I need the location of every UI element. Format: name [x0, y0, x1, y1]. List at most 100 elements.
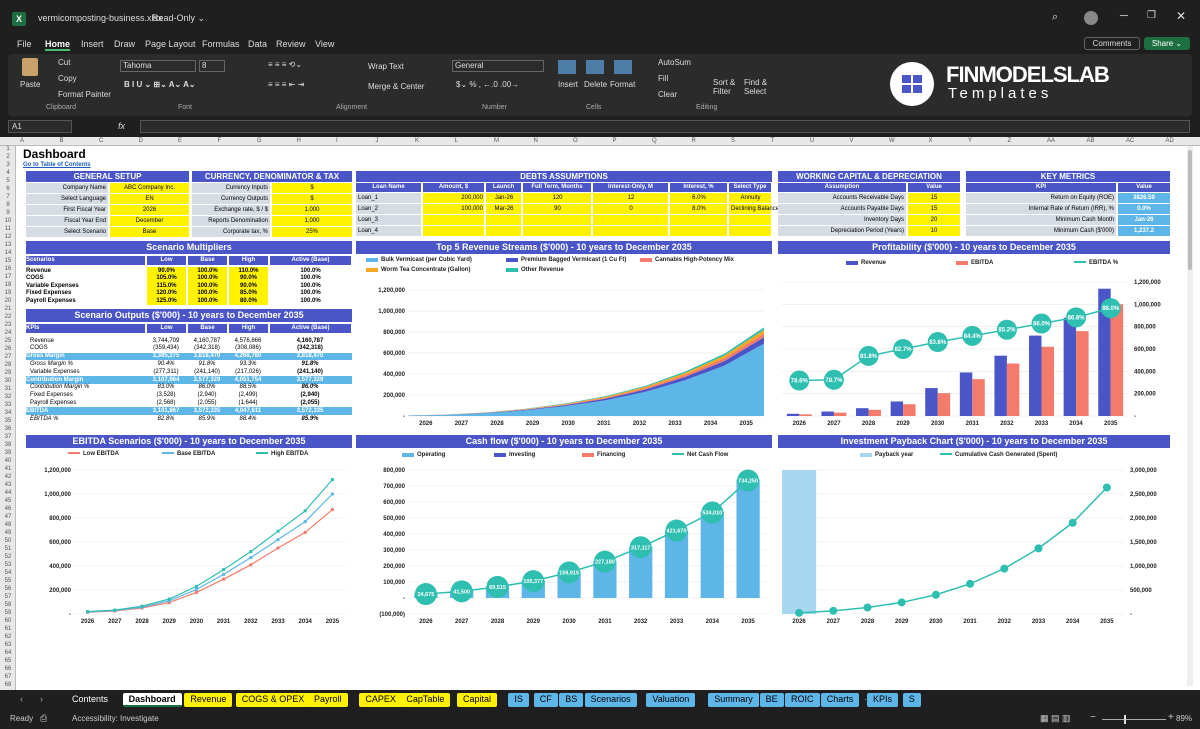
row-8[interactable]: 8	[0, 202, 16, 208]
row-28[interactable]: 28	[0, 362, 16, 368]
row-55[interactable]: 55	[0, 578, 16, 584]
zoom-level[interactable]: 89%	[1176, 714, 1192, 723]
row-14[interactable]: 14	[0, 250, 16, 256]
comments-button[interactable]: Comments	[1084, 37, 1140, 50]
row-26[interactable]: 26	[0, 346, 16, 352]
sheet-tab-bs[interactable]: BS	[559, 693, 584, 707]
row-10[interactable]: 10	[0, 218, 16, 224]
row-5[interactable]: 5	[0, 178, 16, 184]
row-1[interactable]: 1	[0, 146, 16, 152]
col-I[interactable]: I	[336, 138, 338, 144]
row-46[interactable]: 46	[0, 506, 16, 512]
row-39[interactable]: 39	[0, 450, 16, 456]
row-51[interactable]: 51	[0, 546, 16, 552]
row-66[interactable]: 66	[0, 666, 16, 672]
search-icon[interactable]: ⌕	[1052, 11, 1058, 24]
sheet-tab-capital[interactable]: Capital	[457, 693, 498, 707]
row-58[interactable]: 58	[0, 602, 16, 608]
debts-cell[interactable]	[670, 226, 727, 236]
tabs-prev-icon[interactable]: ‹	[20, 694, 23, 704]
row-21[interactable]: 21	[0, 306, 16, 312]
row-18[interactable]: 18	[0, 282, 16, 288]
col-U[interactable]: U	[810, 138, 814, 144]
sheet-tab-captable[interactable]: CapTable	[400, 693, 451, 707]
row-45[interactable]: 45	[0, 498, 16, 504]
formula-input[interactable]	[140, 120, 1190, 133]
col-T[interactable]: T	[771, 138, 775, 144]
row-24[interactable]: 24	[0, 330, 16, 336]
row-54[interactable]: 54	[0, 570, 16, 576]
copy-button[interactable]: Copy	[58, 74, 77, 83]
sheet-tab-cf[interactable]: CF	[533, 693, 558, 707]
row-47[interactable]: 47	[0, 514, 16, 520]
menu-review[interactable]: Review	[276, 39, 306, 49]
share-button[interactable]: Share ⌄	[1144, 37, 1190, 50]
sort-filter-button[interactable]: Sort & Filter	[713, 78, 735, 96]
row-53[interactable]: 53	[0, 562, 16, 568]
col-L[interactable]: L	[455, 138, 458, 144]
worksheet[interactable]: A B C D E F G H I J K L M N O P Q R S T U V W X Y Z AA AB AC AD 12345…	[0, 137, 1200, 690]
row-38[interactable]: 38	[0, 442, 16, 448]
row-11[interactable]: 11	[0, 226, 16, 232]
col-M[interactable]: M	[494, 138, 499, 144]
name-box[interactable]: A1	[8, 120, 72, 133]
debts-cell[interactable]	[523, 215, 591, 225]
cut-button[interactable]: Cut	[58, 58, 70, 67]
sheet-tab-s[interactable]: S	[902, 693, 921, 707]
row-43[interactable]: 43	[0, 482, 16, 488]
row-3[interactable]: 3	[0, 162, 16, 168]
sheet-tab-revenue[interactable]: Revenue	[184, 693, 233, 707]
menu-file[interactable]: File	[17, 39, 32, 49]
row-56[interactable]: 56	[0, 586, 16, 592]
col-V[interactable]: V	[850, 138, 854, 144]
row-49[interactable]: 49	[0, 530, 16, 536]
row-27[interactable]: 27	[0, 354, 16, 360]
col-AA[interactable]: AA	[1047, 138, 1055, 144]
debts-cell[interactable]	[593, 215, 668, 225]
col-S[interactable]: S	[731, 138, 735, 144]
row-65[interactable]: 65	[0, 658, 16, 664]
accessibility-icon[interactable]: ⎙	[40, 713, 47, 724]
row-62[interactable]: 62	[0, 634, 16, 640]
number-format-select[interactable]: General	[452, 60, 544, 72]
align-icons-2[interactable]: ≡ ≡ ≡ ⇤ ⇥	[268, 80, 304, 89]
col-P[interactable]: P	[613, 138, 617, 144]
fx-icon[interactable]: fx	[118, 121, 125, 131]
row-23[interactable]: 23	[0, 322, 16, 328]
sheet-tab-cogs-opex[interactable]: COGS & OPEX	[235, 693, 311, 707]
menu-draw[interactable]: Draw	[114, 39, 135, 49]
col-Z[interactable]: Z	[1008, 138, 1012, 144]
col-AC[interactable]: AC	[1126, 138, 1134, 144]
table-icons[interactable]	[558, 60, 638, 74]
restore-icon[interactable]: ❐	[1147, 10, 1156, 21]
row-20[interactable]: 20	[0, 298, 16, 304]
sheet-tab-scenarios[interactable]: Scenarios	[584, 693, 637, 707]
row-34[interactable]: 34	[0, 410, 16, 416]
row-61[interactable]: 61	[0, 626, 16, 632]
row-13[interactable]: 13	[0, 242, 16, 248]
row-67[interactable]: 67	[0, 674, 16, 680]
sheet-tab-capex[interactable]: CAPEX	[359, 693, 402, 707]
find-select-button[interactable]: Find & Select	[744, 78, 767, 96]
col-K[interactable]: K	[415, 138, 419, 144]
col-D[interactable]: D	[139, 138, 143, 144]
col-N[interactable]: N	[534, 138, 538, 144]
row-6[interactable]: 6	[0, 186, 16, 192]
row-16[interactable]: 16	[0, 266, 16, 272]
sheet-tab-valuation[interactable]: Valuation	[646, 693, 696, 707]
row-60[interactable]: 60	[0, 618, 16, 624]
row-64[interactable]: 64	[0, 650, 16, 656]
accessibility-status[interactable]: Accessibility: Investigate	[72, 714, 159, 723]
merge-center-button[interactable]: Merge & Center	[368, 82, 424, 91]
sheet-tab-contents[interactable]: Contents	[66, 693, 115, 707]
align-icons[interactable]: ≡ ≡ ≡ ⟲⌄	[268, 60, 302, 69]
row-22[interactable]: 22	[0, 314, 16, 320]
col-A[interactable]: A	[20, 138, 24, 144]
row-37[interactable]: 37	[0, 434, 16, 440]
menu-insert[interactable]: Insert	[81, 39, 104, 49]
font-select[interactable]: Tahoma	[120, 60, 196, 72]
row-41[interactable]: 41	[0, 466, 16, 472]
row-19[interactable]: 19	[0, 290, 16, 296]
sheet-tab-dashboard[interactable]: Dashboard	[122, 693, 182, 707]
col-C[interactable]: C	[99, 138, 103, 144]
